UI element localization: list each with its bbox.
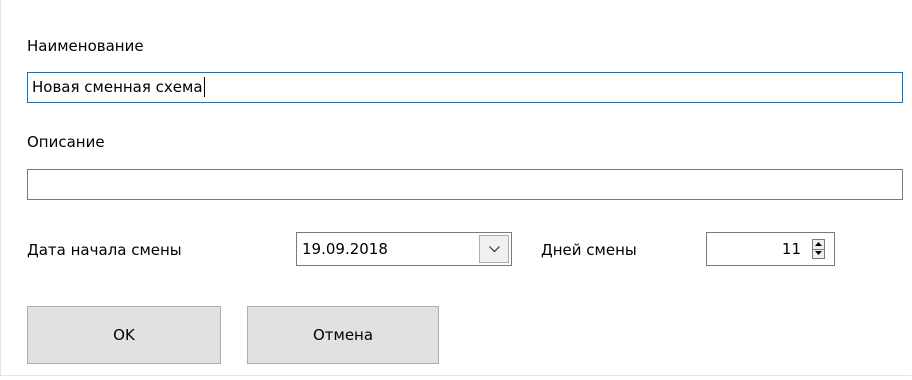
start-date-label: Дата начала смены (27, 241, 182, 259)
cancel-button[interactable]: Отмена (247, 306, 439, 364)
description-label: Описание (27, 133, 105, 151)
ok-button[interactable]: OK (27, 306, 221, 364)
spin-buttons (812, 239, 825, 259)
text-caret (203, 76, 205, 97)
spin-up-arrow-icon (815, 242, 822, 246)
days-label: Дней смены (541, 241, 637, 259)
chevron-down-icon (489, 246, 500, 253)
days-spinner[interactable]: 11 (706, 232, 835, 266)
spin-down-button[interactable] (813, 249, 824, 258)
description-input[interactable] (27, 169, 903, 200)
start-date-picker[interactable]: 19.09.2018 (296, 232, 512, 266)
spin-down-arrow-icon (815, 251, 822, 255)
shift-scheme-dialog: Наименование Новая сменная схема Описани… (0, 0, 911, 376)
name-label: Наименование (27, 37, 144, 55)
start-date-value: 19.09.2018 (302, 240, 388, 258)
date-dropdown-button[interactable] (479, 235, 509, 263)
days-value: 11 (781, 240, 801, 258)
name-input-value: Новая сменная схема (32, 78, 203, 96)
name-input[interactable]: Новая сменная схема (27, 72, 903, 103)
